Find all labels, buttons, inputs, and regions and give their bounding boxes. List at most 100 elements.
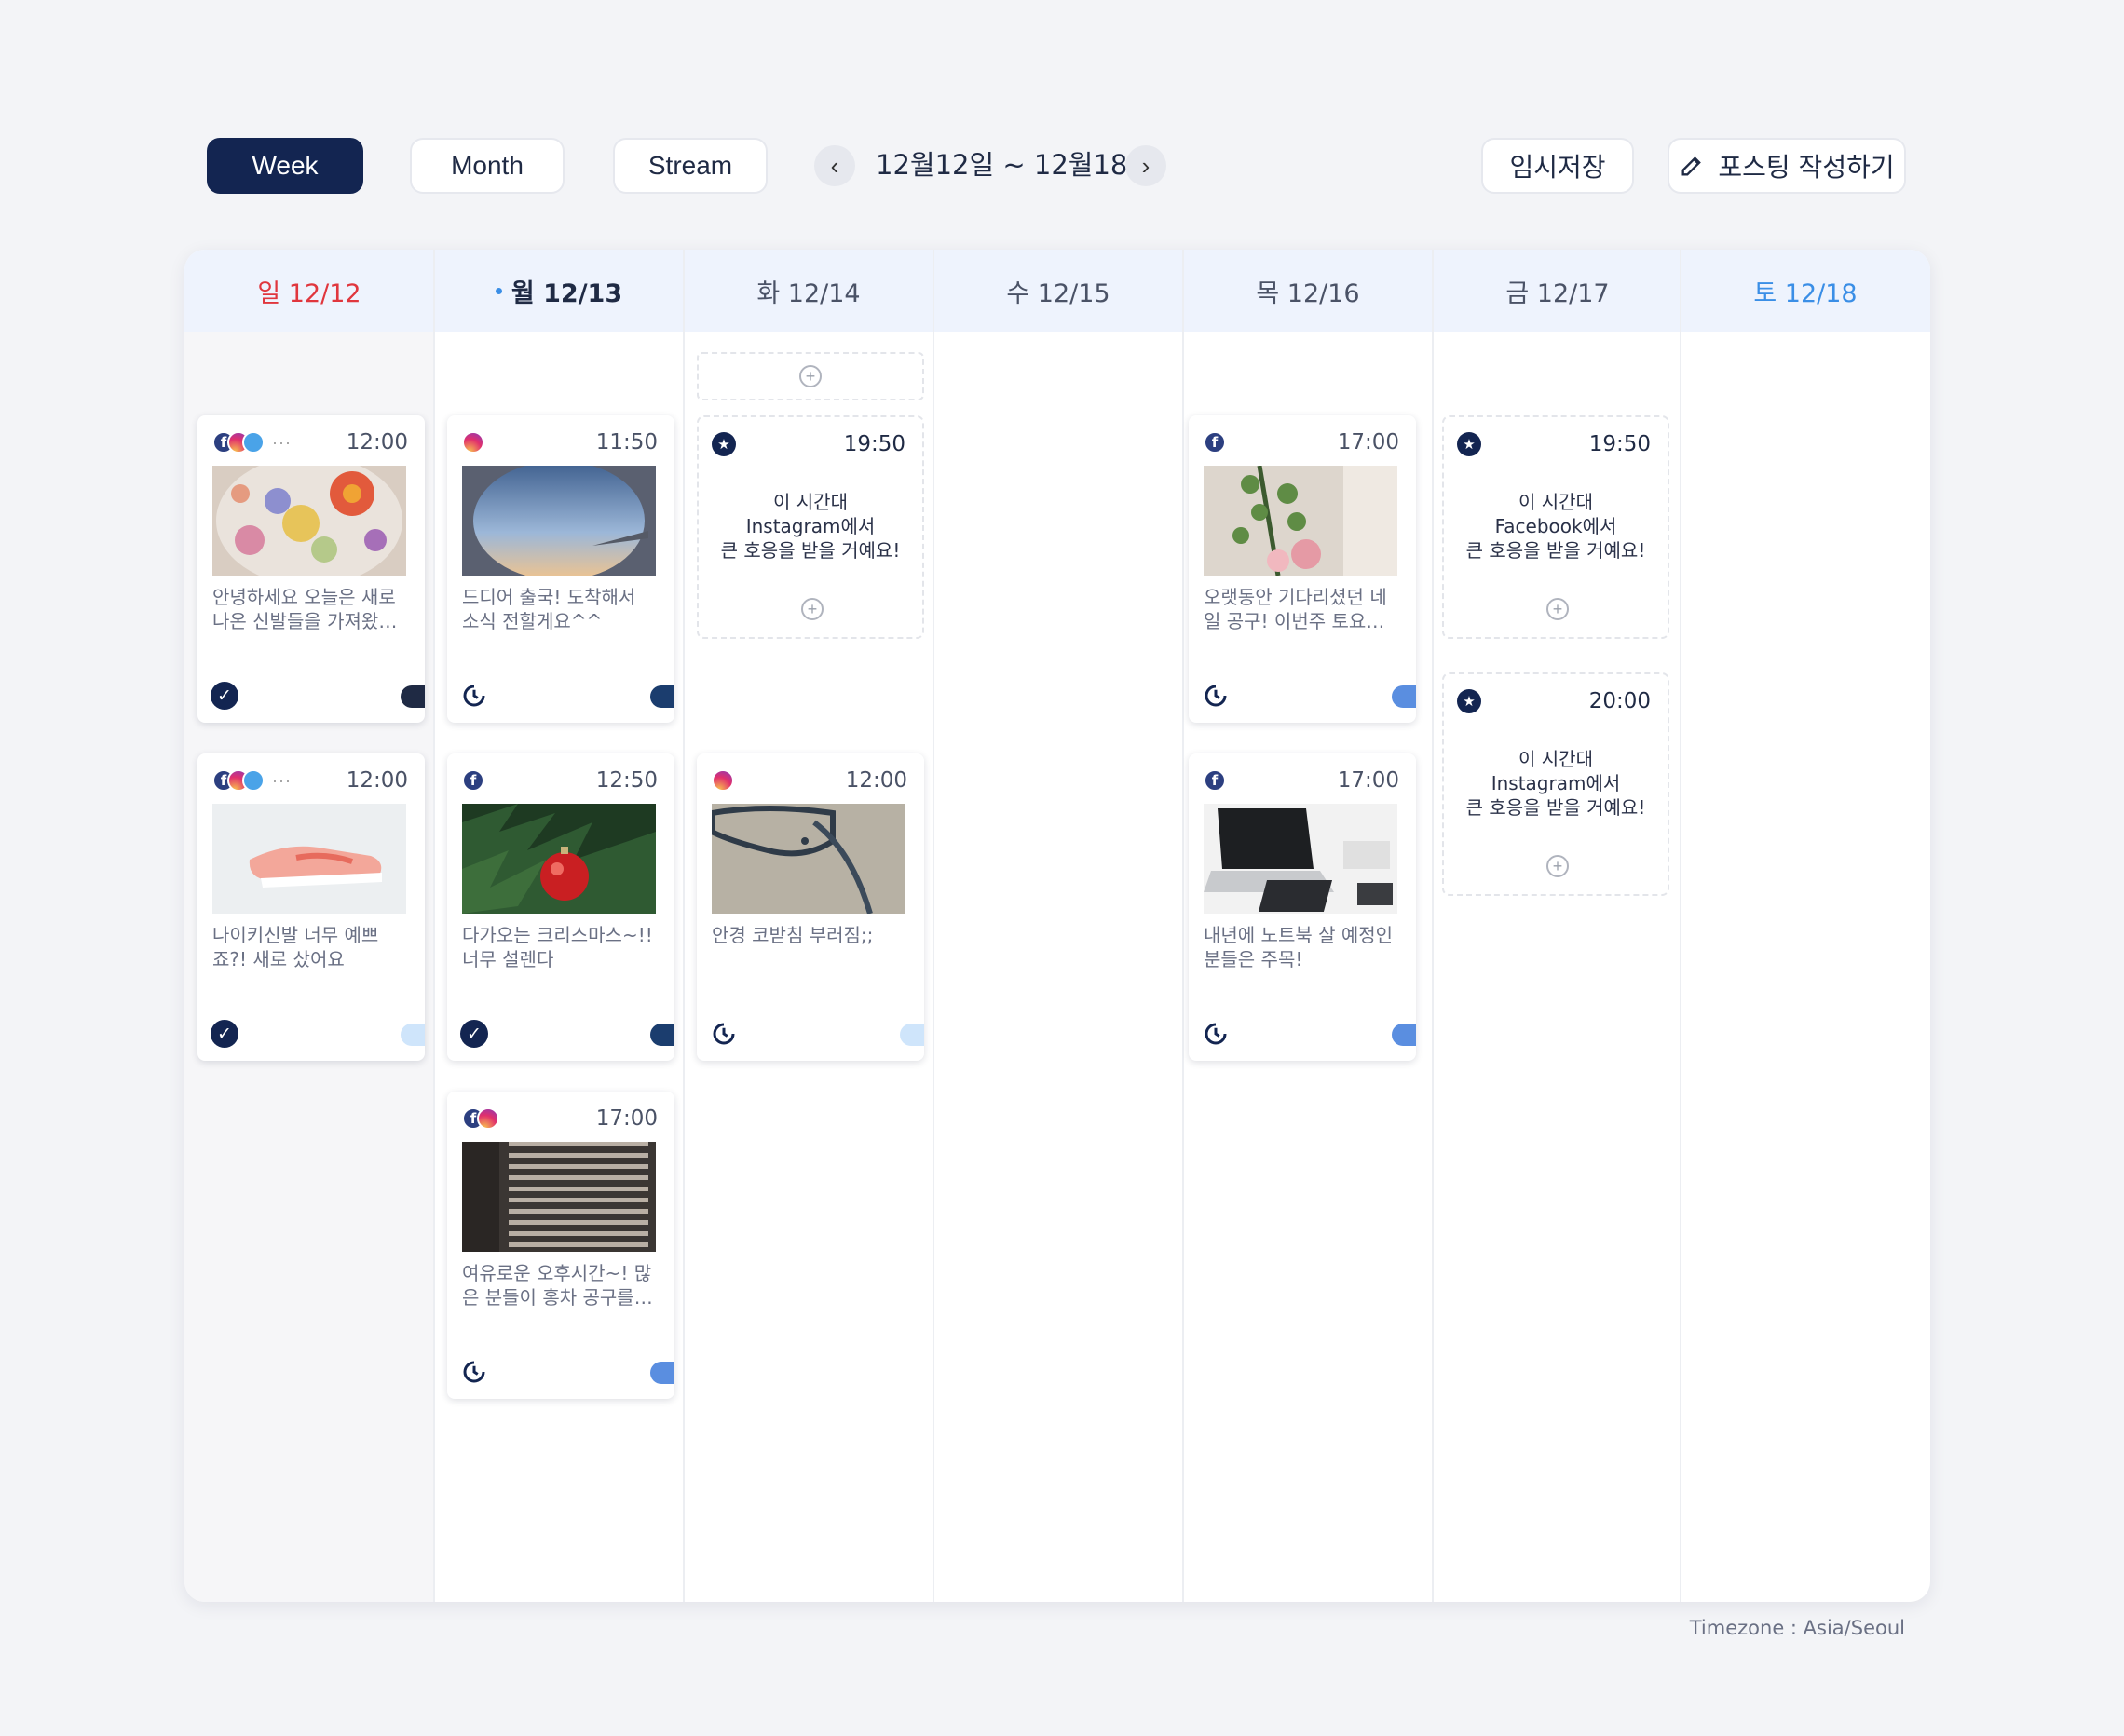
status-tag	[650, 685, 674, 708]
post-card[interactable]: f 12:50 다가오는 크리스마스~!! 너무 설렌다 ✓	[447, 753, 674, 1061]
post-time: 12:00	[346, 768, 408, 793]
view-week-button[interactable]: Week	[207, 138, 363, 194]
suggested-time-slot[interactable]: ★ 19:50 이 시간대 Facebook에서 큰 호응을 받을 거예요! +	[1442, 415, 1669, 639]
toolbar: Week Month Stream ‹ 12월12일 ~ 12월18일 › 임시…	[0, 0, 2124, 242]
status-tag	[401, 685, 425, 708]
status-tag	[650, 1362, 674, 1384]
post-thumbnail-laptop	[1204, 804, 1397, 914]
column-divider	[683, 250, 685, 1602]
post-thumbnail-glasses	[712, 804, 905, 914]
date-range-label: 12월12일 ~ 12월18일	[876, 149, 1153, 181]
star-badge-icon: ★	[712, 432, 736, 456]
facebook-icon: f	[462, 769, 484, 792]
facebook-icon: f	[1204, 431, 1226, 454]
suggested-time-slot[interactable]: ★ 19:50 이 시간대 Instagram에서 큰 호응을 받을 거예요! …	[697, 415, 924, 639]
scheduled-clock-icon	[460, 1358, 488, 1386]
column-divider	[1680, 250, 1682, 1602]
view-stream-button[interactable]: Stream	[613, 138, 768, 194]
post-card[interactable]: f ··· 12:00 안녕하세요 오늘은 새로 나온 신발들을 가져왔어요 ✓	[197, 415, 425, 723]
instagram-icon	[712, 769, 734, 792]
post-card[interactable]: f ··· 12:00 나이키신발 너무 예쁘죠?! 새로 샀어요 ✓	[197, 753, 425, 1061]
star-badge-icon: ★	[1457, 432, 1481, 456]
suggested-time: 20:00	[1588, 689, 1651, 713]
day-label: 목 12/16	[1256, 278, 1360, 308]
add-icon: +	[799, 365, 822, 387]
status-tag	[1392, 685, 1416, 708]
post-text: 드디어 출국! 도착해서 소식 전할게요^^	[462, 586, 636, 632]
status-tag	[650, 1024, 674, 1046]
day-header-mon: 월 12/13	[434, 250, 684, 332]
twitter-icon	[242, 769, 265, 792]
post-text: 오랫동안 기다리셨던 네일 공구! 이번주 토요일 오픈해요	[1204, 586, 1387, 632]
post-time: 12:00	[346, 430, 408, 454]
compose-post-label: 포스팅 작성하기	[1718, 152, 1895, 183]
more-channels-indicator: ···	[272, 432, 292, 452]
suggestion-line: 큰 호응을 받을 거예요!	[720, 539, 901, 562]
channel-icons: f	[1204, 768, 1226, 793]
compose-post-button[interactable]: 포스팅 작성하기	[1668, 138, 1906, 194]
instagram-icon	[462, 431, 484, 454]
scheduled-clock-icon	[460, 682, 488, 710]
post-thumbnail-sneaker	[212, 804, 406, 914]
suggestion-line: Instagram에서	[745, 515, 876, 537]
post-thumbnail-flowers	[212, 466, 406, 576]
suggestion-line: 큰 호응을 받을 거예요!	[1465, 539, 1646, 562]
channel-icons: f ···	[212, 768, 292, 793]
post-thumbnail-airplane-window	[462, 466, 656, 576]
suggested-time: 19:50	[1588, 432, 1651, 456]
post-text: 안경 코받침 부러짐;;	[712, 924, 874, 946]
post-time: 12:50	[595, 768, 658, 793]
post-time: 17:00	[1337, 430, 1399, 454]
suggestion-line: 이 시간대	[773, 491, 848, 513]
post-time: 12:00	[845, 768, 907, 793]
timezone-label: Timezone : Asia/Seoul	[1689, 1617, 1905, 1639]
next-week-button[interactable]: ›	[1125, 145, 1166, 186]
post-card[interactable]: 11:50 드디어 출국! 도착해서 소식 전할게요^^	[447, 415, 674, 723]
post-card[interactable]: 12:00 안경 코받침 부러짐;;	[697, 753, 924, 1061]
post-time: 11:50	[595, 430, 658, 454]
suggestion-message: 이 시간대 Instagram에서 큰 호응을 받을 거예요!	[1444, 747, 1668, 820]
post-time: 17:00	[595, 1106, 658, 1131]
post-text: 안녕하세요 오늘은 새로 나온 신발들을 가져왔어요	[212, 586, 396, 632]
add-icon[interactable]: +	[801, 598, 824, 620]
suggestion-line: 이 시간대	[1518, 748, 1593, 770]
day-label: 화 12/14	[756, 278, 861, 308]
published-check-icon: ✓	[460, 1020, 488, 1048]
chevron-left-icon: ‹	[830, 151, 839, 180]
post-thumbnail-window-blinds	[462, 1142, 656, 1252]
twitter-icon	[242, 431, 265, 454]
status-tag	[1392, 1024, 1416, 1046]
scheduled-clock-icon	[1202, 682, 1230, 710]
post-text: 나이키신발 너무 예쁘죠?! 새로 샀어요	[212, 924, 379, 970]
save-draft-button[interactable]: 임시저장	[1481, 138, 1634, 194]
day-label: 월 12/13	[511, 278, 623, 308]
add-post-slot[interactable]: +	[697, 352, 924, 400]
day-column-sat[interactable]	[1681, 332, 1929, 1602]
suggested-time: 19:50	[843, 432, 905, 456]
column-divider	[1432, 250, 1434, 1602]
suggestion-line: 이 시간대	[1518, 491, 1593, 513]
day-header-fri: 금 12/17	[1433, 250, 1682, 332]
channel-icons: f	[462, 1106, 499, 1131]
add-icon[interactable]: +	[1546, 598, 1569, 620]
more-channels-indicator: ···	[272, 770, 292, 790]
post-card[interactable]: f 17:00 여유로운 오후시간~! 많은 분들이 홍차 공구를 기다리셨죠	[447, 1092, 674, 1399]
post-card[interactable]: f 17:00 내년에 노트북 살 예정인 분들은 주목!	[1189, 753, 1416, 1061]
scheduled-clock-icon	[710, 1020, 738, 1048]
day-header-tue: 화 12/14	[684, 250, 933, 332]
column-divider	[933, 250, 934, 1602]
suggested-time-slot[interactable]: ★ 20:00 이 시간대 Instagram에서 큰 호응을 받을 거예요! …	[1442, 672, 1669, 896]
scheduled-clock-icon	[1202, 1020, 1230, 1048]
published-check-icon: ✓	[211, 682, 238, 710]
suggestion-line: 큰 호응을 받을 거예요!	[1465, 796, 1646, 819]
post-card[interactable]: f 17:00 오랫동안 기다리셨던 네일 공구! 이번주 토요일 오픈해요	[1189, 415, 1416, 723]
channel-icons: f	[1204, 430, 1226, 454]
day-column-wed[interactable]	[933, 332, 1182, 1602]
channel-icons	[712, 768, 734, 793]
prev-week-button[interactable]: ‹	[814, 145, 855, 186]
day-label: 일 12/12	[257, 278, 361, 308]
view-month-button[interactable]: Month	[410, 138, 565, 194]
add-icon[interactable]: +	[1546, 855, 1569, 877]
suggestion-line: Facebook에서	[1494, 515, 1617, 537]
post-text: 여유로운 오후시간~! 많은 분들이 홍차 공구를 기다리셨죠	[462, 1262, 658, 1309]
